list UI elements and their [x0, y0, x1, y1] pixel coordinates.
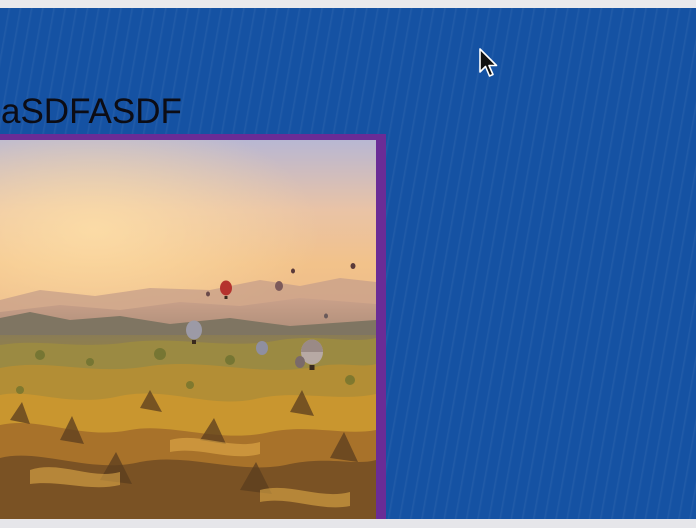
page-heading: aSDFASDF [1, 92, 182, 131]
image-frame [0, 134, 386, 524]
top-edge [0, 0, 696, 8]
browser-viewport: aSDFASDF [0, 0, 696, 528]
bottom-edge [0, 519, 696, 528]
landscape-photo [0, 140, 376, 520]
mouse-pointer-icon [479, 48, 498, 77]
